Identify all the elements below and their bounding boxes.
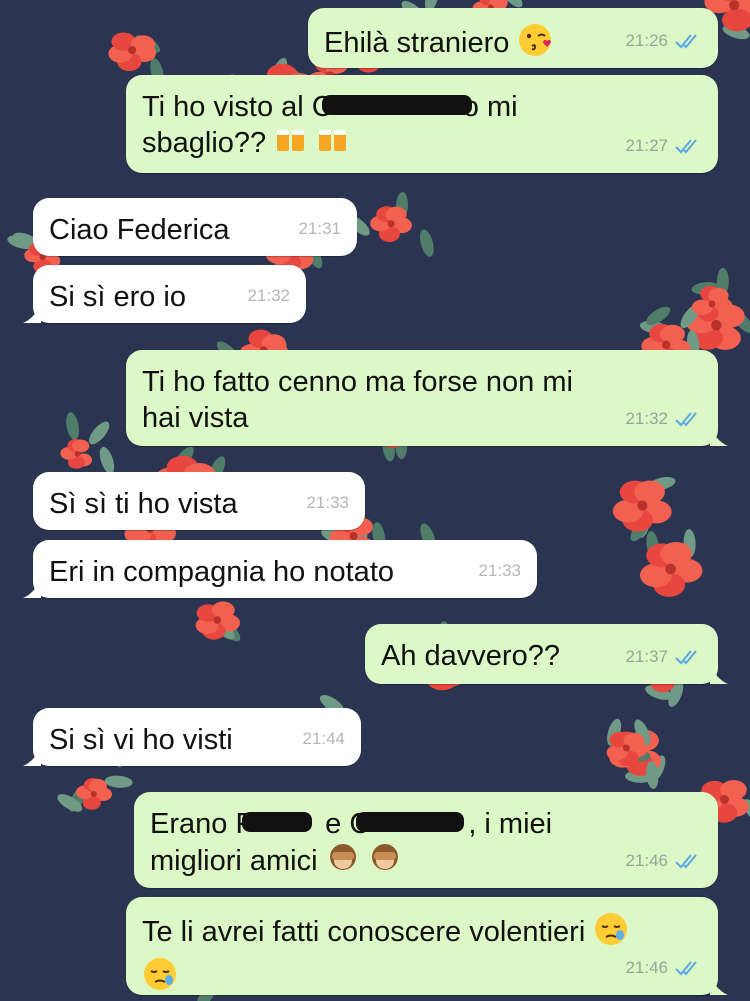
message-text: Ciao Federica [49,214,230,246]
message-text: Eri in compagnia ho notato [49,556,394,588]
timestamp: 21:31 [298,219,341,238]
timestamp: 21:27 [625,136,668,155]
beer-mugs-emoji [316,125,350,164]
message-text: Ti ho fatto cenno ma forse non mi [142,366,573,398]
read-double-check-icon [675,34,697,49]
message-bubble-outgoing[interactable]: Erano Fe C, i miei migliori amici 21:46 [134,792,718,888]
bubble-tail [710,977,728,995]
message-bubble-outgoing[interactable]: Ehilà straniero 21:26 [308,8,718,68]
read-double-check-icon [675,139,697,154]
bubble-tail [23,305,41,323]
message-text: Erano F [150,808,254,840]
bubble-tail [710,428,728,446]
message-text: Si sì ero io [49,281,186,313]
message-text: sbaglio?? [142,127,267,160]
message-text: Ti ho visto al C [142,91,333,123]
message-meta: 21:27 [625,128,702,164]
see-no-evil-monkey-emoji [368,842,402,883]
timestamp: 21:33 [478,561,521,580]
message-text: Te li avrei fatti conoscere volentieri [142,916,586,949]
message-bubble-outgoing[interactable]: Ti ho fatto cenno ma forse non mi hai vi… [126,350,728,446]
timestamp: 21:33 [306,493,349,512]
message-bubble-incoming[interactable]: Sì sì ti ho vista 21:33 [33,472,365,530]
message-text: hai vista [142,402,249,434]
bubble-tail [23,748,41,766]
message-bubble-incoming[interactable]: Ciao Federica 21:31 [33,198,357,256]
timestamp: 21:44 [302,729,345,748]
message-meta: 21:46 [625,843,702,879]
message-bubble-incoming[interactable]: Si sì ero io 21:32 [23,265,306,323]
timestamp: 21:32 [247,286,290,305]
message-bubble-incoming[interactable]: Si sì vi ho visti 21:44 [23,708,361,766]
read-double-check-icon [675,854,697,869]
bubble-tail [23,580,41,598]
timestamp: 21:26 [625,31,668,50]
message-bubble-outgoing[interactable]: Ah davvero?? 21:37 [365,624,728,684]
message-text: Ehilà straniero [324,27,510,60]
message-meta: 21:33 [478,553,521,589]
message-bubble-outgoing[interactable]: Ti ho visto al C o mi sbaglio?? 21:27 [126,75,718,173]
sleepy-face-emoji [593,911,629,956]
message-text: Ah davvero?? [381,640,560,672]
message-meta: 21:46 [625,950,702,986]
read-double-check-icon [675,412,697,427]
message-meta: 21:37 [625,639,702,675]
read-double-check-icon [675,961,697,976]
redaction-scribble [322,95,472,115]
message-meta: 21:31 [298,211,341,247]
timestamp: 21:32 [625,409,668,428]
timestamp: 21:46 [625,958,668,977]
bubble-tail [710,666,728,684]
read-double-check-icon [675,650,697,665]
kissing-face-with-heart-emoji [517,22,553,67]
message-text: Si sì vi ho visti [49,724,233,756]
message-meta: 21:26 [625,23,702,59]
message-meta: 21:33 [306,485,349,521]
message-text: , i miei [468,808,553,840]
sleepy-face-emoji [142,956,178,1001]
timestamp: 21:46 [625,851,668,870]
message-text: Sì sì ti ho vista [49,488,238,520]
message-meta: 21:44 [302,721,345,757]
see-no-evil-monkey-emoji [326,842,360,883]
message-text: migliori amici [150,845,318,878]
redaction-scribble [242,812,312,832]
message-meta: 21:32 [625,401,702,437]
redaction-scribble [356,812,464,832]
message-bubble-outgoing[interactable]: Te li avrei fatti conoscere volentieri 2… [126,897,728,995]
timestamp: 21:37 [625,647,668,666]
message-bubble-incoming[interactable]: Eri in compagnia ho notato 21:33 [23,540,537,598]
message-meta: 21:32 [247,278,290,314]
beer-mugs-emoji [274,125,308,164]
